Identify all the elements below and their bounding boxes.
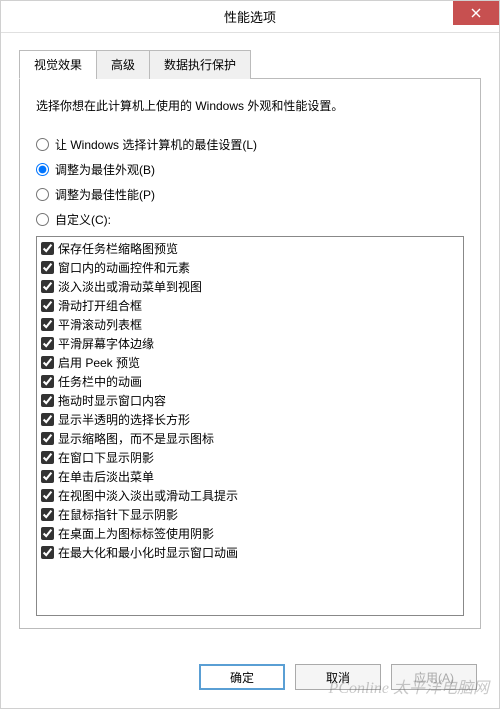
radio-label: 让 Windows 选择计算机的最佳设置(L)	[55, 136, 257, 153]
tab-visual-effects[interactable]: 视觉效果	[19, 50, 97, 79]
radio-custom[interactable]: 自定义(C):	[36, 211, 464, 228]
checkbox-label: 在单击后淡出菜单	[58, 468, 154, 485]
list-item[interactable]: 显示半透明的选择长方形	[41, 410, 459, 429]
list-item[interactable]: 在单击后淡出菜单	[41, 467, 459, 486]
content-area: 视觉效果 高级 数据执行保护 选择你想在此计算机上使用的 Windows 外观和…	[1, 33, 499, 629]
checkbox[interactable]	[41, 337, 54, 350]
checkbox[interactable]	[41, 242, 54, 255]
ok-button[interactable]: 确定	[199, 664, 285, 690]
tab-advanced[interactable]: 高级	[96, 50, 150, 79]
close-icon	[471, 8, 481, 18]
list-item[interactable]: 在最大化和最小化时显示窗口动画	[41, 543, 459, 562]
checkbox[interactable]	[41, 470, 54, 483]
titlebar: 性能选项	[1, 1, 499, 33]
checkbox-label: 在窗口下显示阴影	[58, 449, 154, 466]
checkbox-label: 拖动时显示窗口内容	[58, 392, 166, 409]
button-row: 确定 取消 应用(A)	[199, 664, 477, 690]
checkbox[interactable]	[41, 375, 54, 388]
radio-label: 自定义(C):	[55, 211, 111, 228]
radio-group: 让 Windows 选择计算机的最佳设置(L) 调整为最佳外观(B) 调整为最佳…	[36, 136, 464, 228]
list-item[interactable]: 在桌面上为图标标签使用阴影	[41, 524, 459, 543]
list-item[interactable]: 显示缩略图，而不是显示图标	[41, 429, 459, 448]
checkbox[interactable]	[41, 394, 54, 407]
checkbox[interactable]	[41, 261, 54, 274]
checkbox[interactable]	[41, 356, 54, 369]
checkbox[interactable]	[41, 280, 54, 293]
checkbox-label: 在鼠标指针下显示阴影	[58, 506, 178, 523]
checkbox-label: 保存任务栏缩略图预览	[58, 240, 178, 257]
list-item[interactable]: 任务栏中的动画	[41, 372, 459, 391]
cancel-button[interactable]: 取消	[295, 664, 381, 690]
checkbox[interactable]	[41, 451, 54, 464]
checkbox[interactable]	[41, 432, 54, 445]
checkbox[interactable]	[41, 527, 54, 540]
checkbox-label: 淡入淡出或滑动菜单到视图	[58, 278, 202, 295]
tab-dep[interactable]: 数据执行保护	[149, 50, 251, 79]
checkbox[interactable]	[41, 299, 54, 312]
description-text: 选择你想在此计算机上使用的 Windows 外观和性能设置。	[36, 97, 464, 114]
checkbox-label: 窗口内的动画控件和元素	[58, 259, 190, 276]
radio-input-best-performance[interactable]	[36, 188, 49, 201]
radio-label: 调整为最佳性能(P)	[55, 186, 155, 203]
list-item[interactable]: 平滑屏幕字体边缘	[41, 334, 459, 353]
checkbox[interactable]	[41, 489, 54, 502]
checkbox-label: 在最大化和最小化时显示窗口动画	[58, 544, 238, 561]
radio-input-auto[interactable]	[36, 138, 49, 151]
list-item[interactable]: 平滑滚动列表框	[41, 315, 459, 334]
list-item[interactable]: 在窗口下显示阴影	[41, 448, 459, 467]
tab-body: 选择你想在此计算机上使用的 Windows 外观和性能设置。 让 Windows…	[19, 79, 481, 629]
list-item[interactable]: 保存任务栏缩略图预览	[41, 239, 459, 258]
radio-let-windows-choose[interactable]: 让 Windows 选择计算机的最佳设置(L)	[36, 136, 464, 153]
radio-best-performance[interactable]: 调整为最佳性能(P)	[36, 186, 464, 203]
checkbox-label: 在桌面上为图标标签使用阴影	[58, 525, 214, 542]
radio-input-custom[interactable]	[36, 213, 49, 226]
checkbox-label: 显示半透明的选择长方形	[58, 411, 190, 428]
checkbox-label: 显示缩略图，而不是显示图标	[58, 430, 214, 447]
list-item[interactable]: 在鼠标指针下显示阴影	[41, 505, 459, 524]
list-item[interactable]: 拖动时显示窗口内容	[41, 391, 459, 410]
checkbox-label: 平滑屏幕字体边缘	[58, 335, 154, 352]
checkbox-label: 滑动打开组合框	[58, 297, 142, 314]
checkbox-label: 在视图中淡入淡出或滑动工具提示	[58, 487, 238, 504]
list-item[interactable]: 启用 Peek 预览	[41, 353, 459, 372]
checkbox[interactable]	[41, 318, 54, 331]
window-title: 性能选项	[224, 7, 276, 26]
radio-input-best-appearance[interactable]	[36, 163, 49, 176]
checkbox-label: 启用 Peek 预览	[58, 354, 140, 371]
checkbox[interactable]	[41, 508, 54, 521]
radio-best-appearance[interactable]: 调整为最佳外观(B)	[36, 161, 464, 178]
checkbox-list[interactable]: 保存任务栏缩略图预览 窗口内的动画控件和元素 淡入淡出或滑动菜单到视图 滑动打开…	[36, 236, 464, 616]
checkbox-label: 平滑滚动列表框	[58, 316, 142, 333]
list-item[interactable]: 滑动打开组合框	[41, 296, 459, 315]
tab-strip: 视觉效果 高级 数据执行保护	[19, 49, 481, 79]
list-item[interactable]: 淡入淡出或滑动菜单到视图	[41, 277, 459, 296]
checkbox[interactable]	[41, 546, 54, 559]
checkbox-label: 任务栏中的动画	[58, 373, 142, 390]
close-button[interactable]	[453, 1, 499, 25]
checkbox[interactable]	[41, 413, 54, 426]
list-item[interactable]: 在视图中淡入淡出或滑动工具提示	[41, 486, 459, 505]
list-item[interactable]: 窗口内的动画控件和元素	[41, 258, 459, 277]
apply-button[interactable]: 应用(A)	[391, 664, 477, 690]
radio-label: 调整为最佳外观(B)	[55, 161, 155, 178]
